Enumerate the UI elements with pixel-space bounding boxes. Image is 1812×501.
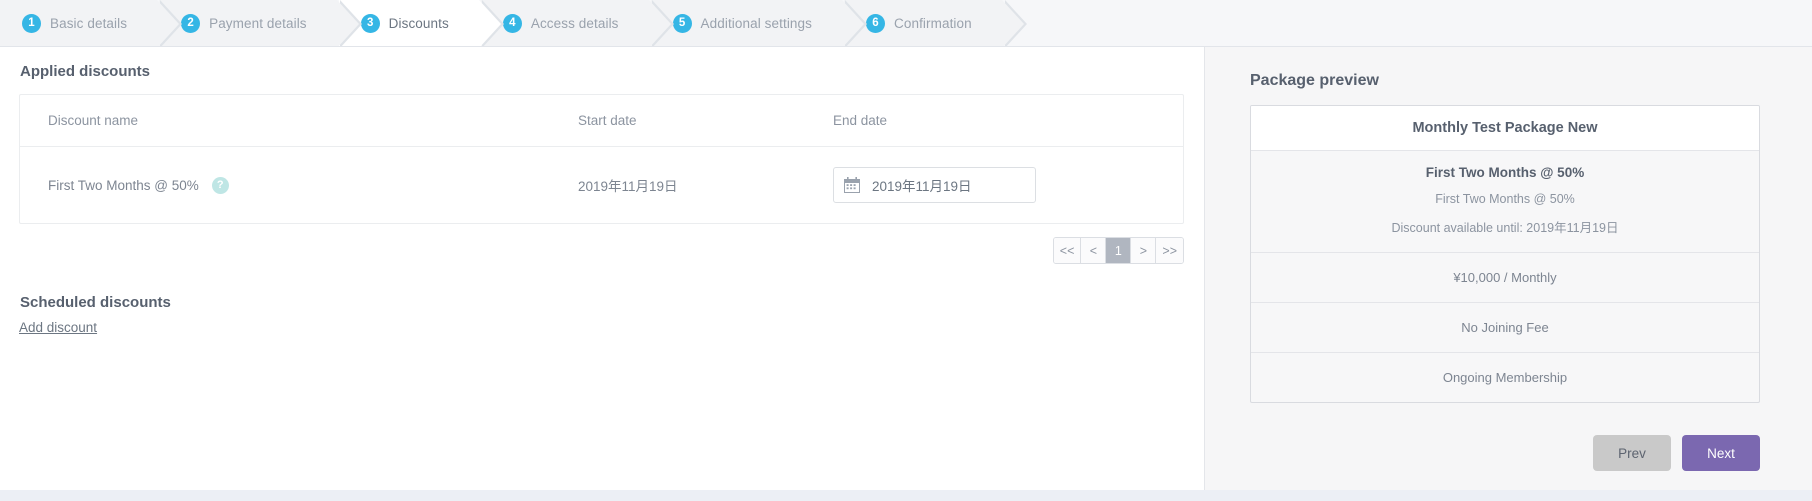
package-preview-card: Monthly Test Package New First Two Month… [1250, 105, 1760, 403]
step-label: Confirmation [894, 15, 972, 31]
wizard-step-2[interactable]: 2 Payment details [159, 0, 362, 46]
applied-discounts-table-wrapper: Discount name Start date End date First … [19, 94, 1184, 224]
wizard-step-5[interactable]: 5 Additional settings [650, 0, 868, 46]
pagination-next-button[interactable]: > [1131, 238, 1157, 263]
discount-block-availability: Discount available until: 2019年11月19日 [1391, 221, 1619, 235]
package-joining-fee-row: No Joining Fee [1251, 303, 1759, 353]
end-date-input[interactable]: 2019年11月19日 [833, 167, 1036, 203]
step-label: Payment details [209, 15, 307, 31]
wizard-step-6[interactable]: 6 Confirmation [844, 0, 1027, 46]
package-membership-row: Ongoing Membership [1442, 370, 1568, 385]
package-preview-panel: Package preview Monthly Test Package New… [1205, 47, 1812, 490]
step-number-badge: 4 [502, 13, 522, 33]
pagination-page-1[interactable]: 1 [1106, 238, 1132, 263]
wizard-step-4[interactable]: 4 Access details [480, 0, 674, 46]
step-number-badge: 1 [22, 13, 41, 33]
table-body: First Two Months @ 50% ? 2019年11月19日 201… [20, 147, 1183, 224]
step-label: Discounts [388, 15, 449, 31]
next-button[interactable]: Next [1682, 435, 1760, 471]
calendar-icon [844, 177, 860, 193]
question-mark-icon[interactable]: ? [211, 176, 229, 194]
applied-discounts-table: Discount name Start date End date First … [20, 95, 1183, 223]
applied-discounts-title: Applied discounts [20, 63, 151, 80]
step-label: Additional settings [700, 15, 812, 31]
wizard-footer-buttons: Prev Next [1593, 435, 1760, 471]
column-header-discount-name: Discount name [20, 95, 550, 147]
add-discount-link[interactable]: Add discount [19, 320, 97, 335]
bottom-strip [0, 490, 1812, 501]
step-number-badge: 3 [360, 13, 380, 33]
package-price-row: ¥10,000 / Monthly [1251, 253, 1759, 303]
page-layout: Applied discounts Discount name Start da… [0, 47, 1812, 490]
pagination-last-button[interactable]: >> [1156, 238, 1183, 263]
package-preview-title: Package preview [1250, 72, 1379, 89]
package-name: Monthly Test Package New [1251, 106, 1759, 151]
step-number-badge: 2 [181, 13, 201, 33]
table-row: First Two Months @ 50% ? 2019年11月19日 201… [20, 147, 1183, 224]
wizard-steps-bar: 1 Basic details 2 Payment details 3 Disc… [0, 0, 1812, 47]
package-discount-block: First Two Months @ 50% First Two Months … [1251, 151, 1759, 253]
cell-discount-name: First Two Months @ 50% ? [20, 147, 550, 224]
pagination-group: << < 1 > >> [1052, 237, 1184, 264]
cell-start-date: 2019年11月19日 [578, 179, 678, 194]
scheduled-discounts-title: Scheduled discounts [20, 294, 171, 311]
discount-name-text: First Two Months @ 50% [48, 177, 199, 193]
wizard-step-1[interactable]: 1 Basic details [0, 0, 183, 46]
table-header-row: Discount name Start date End date [20, 95, 1183, 147]
column-header-end-date: End date [805, 95, 1183, 147]
step-label: Basic details [50, 15, 128, 31]
pagination: << < 1 > >> [0, 237, 1184, 264]
table-header: Discount name Start date End date [20, 95, 1183, 147]
cell-end-date: 2019年11月19日 [805, 147, 1183, 224]
column-header-start-date: Start date [550, 95, 805, 147]
step-label: Access details [530, 15, 619, 31]
discounts-main-panel: Applied discounts Discount name Start da… [0, 47, 1205, 490]
discount-block-subtitle: First Two Months @ 50% [1435, 192, 1575, 206]
step-number-badge: 5 [672, 13, 692, 33]
pagination-first-button[interactable]: << [1053, 238, 1082, 263]
end-date-value: 2019年11月19日 [872, 179, 972, 194]
discount-name-wrapper: First Two Months @ 50% ? [48, 176, 550, 194]
pagination-prev-button[interactable]: < [1081, 238, 1107, 263]
discount-block-title: First Two Months @ 50% [1425, 165, 1585, 180]
step-number-badge: 6 [866, 13, 885, 33]
prev-button[interactable]: Prev [1593, 435, 1671, 471]
